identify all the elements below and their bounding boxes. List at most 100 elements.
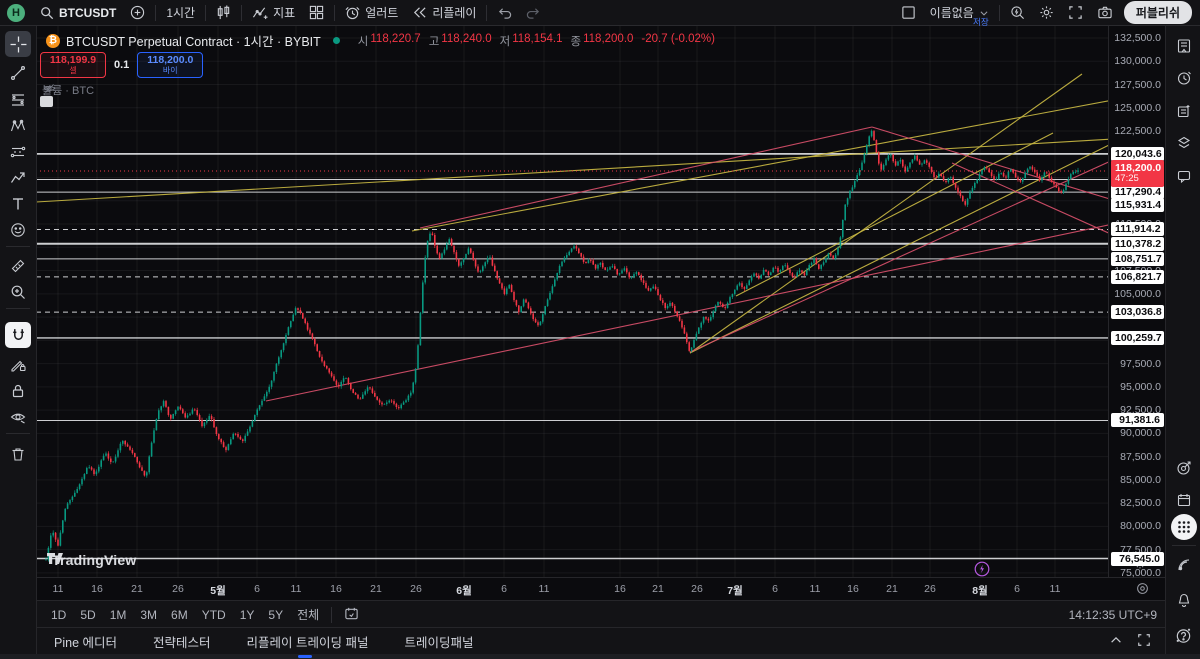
- quantity-value[interactable]: 0.1: [114, 59, 129, 71]
- legend-title[interactable]: BTCUSDT Perpetual Contract · 1시간 · BYBIT: [66, 31, 321, 50]
- replay-button[interactable]: 리플레이: [405, 0, 483, 25]
- lock-drawings-icon[interactable]: [5, 378, 31, 404]
- range-button-1d[interactable]: 1D: [44, 608, 73, 622]
- interval-button[interactable]: 1시간: [159, 0, 202, 25]
- watchlist-icon[interactable]: [1171, 33, 1197, 59]
- range-button-전체[interactable]: 전체: [290, 608, 326, 622]
- chat-icon[interactable]: [1171, 163, 1197, 189]
- price-tick-label: 80,000.0: [1120, 520, 1161, 533]
- time-axis-gear-icon[interactable]: [1136, 582, 1149, 600]
- range-button-ytd[interactable]: YTD: [195, 608, 233, 622]
- time-tick-label: 16: [847, 583, 859, 595]
- indicators-icon: [252, 5, 268, 20]
- candlestick-chart[interactable]: [36, 25, 1108, 577]
- plus-circle-icon: [130, 5, 145, 20]
- forecast-tool-icon[interactable]: [5, 165, 31, 191]
- bottom-tab-3[interactable]: 트레이딩패널: [386, 632, 491, 651]
- magnet-tool-icon[interactable]: [5, 322, 31, 348]
- price-tick-label: 132,500.0: [1114, 32, 1161, 44]
- price-tick-label: 82,500.0: [1120, 497, 1161, 510]
- time-tick-label: 21: [652, 583, 664, 595]
- alerts-label: 얼러트: [365, 6, 399, 20]
- alerts-panel-icon[interactable]: [1171, 65, 1197, 91]
- interval-label: 1시간: [166, 6, 196, 20]
- fullscreen-icon: [1068, 5, 1083, 20]
- notifications-bell-icon[interactable]: [1171, 587, 1197, 613]
- chart-style-button[interactable]: [209, 0, 238, 25]
- delete-drawings-icon[interactable]: [5, 441, 31, 467]
- chart-legend[interactable]: ₿ BTCUSDT Perpetual Contract · 1시간 · BYB…: [46, 31, 715, 50]
- data-feed-icon[interactable]: [1171, 552, 1197, 578]
- price-axis[interactable]: 132,500.0 130,000.0 127,500.0 125,000.0 122,…: [1108, 25, 1166, 579]
- drawing-mode-icon[interactable]: [5, 352, 31, 378]
- range-button-1y[interactable]: 1Y: [233, 608, 262, 622]
- time-tick-label: 11: [1049, 583, 1061, 595]
- panel-expand-chevron-icon[interactable]: [1109, 633, 1123, 650]
- emoji-tool-icon[interactable]: [5, 217, 31, 243]
- time-axis[interactable]: 11 16 21 26 5월 6 11 16 21 26 6월 6 11 16 21 26 7월 6 11 16 21 2…: [36, 577, 1165, 601]
- layout-square-icon: [901, 5, 916, 20]
- rewind-icon: [412, 5, 427, 20]
- settings-button[interactable]: [1032, 0, 1061, 25]
- object-tree-icon[interactable]: [1171, 130, 1197, 156]
- symbol-search-button[interactable]: BTCUSDT: [33, 0, 123, 25]
- gear-icon: [1039, 5, 1054, 20]
- fib-tool-icon[interactable]: [5, 87, 31, 113]
- publish-button[interactable]: 퍼블리쉬: [1123, 1, 1192, 24]
- price-tick-label: 130,000.0: [1114, 55, 1161, 68]
- calendar-icon[interactable]: [1171, 487, 1197, 513]
- pane-collapse-button[interactable]: [40, 96, 53, 107]
- range-buttons: 1D 5D 1M 3M 6M YTD 1Y 5Y 전체: [44, 606, 326, 623]
- hotlist-icon[interactable]: [1171, 455, 1197, 481]
- resize-grip[interactable]: [298, 655, 312, 658]
- multi-layout-button[interactable]: [894, 0, 923, 25]
- snapshot-button[interactable]: [1090, 0, 1120, 25]
- apps-grid-icon[interactable]: [1170, 514, 1197, 540]
- hide-drawings-icon[interactable]: [5, 404, 31, 430]
- buy-button[interactable]: 118,200.0 바이: [137, 52, 204, 78]
- range-button-5d[interactable]: 5D: [73, 608, 102, 622]
- bottom-tab-2[interactable]: 리플레이 트레이딩 패널: [229, 632, 387, 651]
- zoom-in-tool-icon[interactable]: [5, 279, 31, 305]
- text-tool-icon[interactable]: [5, 191, 31, 217]
- chart-pane[interactable]: ₿ BTCUSDT Perpetual Contract · 1시간 · BYB…: [36, 25, 1108, 577]
- user-avatar[interactable]: H: [7, 3, 25, 22]
- price-level-label: 91,381.6: [1111, 413, 1164, 428]
- price-tick-label: 105,000.0: [1114, 287, 1161, 300]
- add-symbol-button[interactable]: [123, 0, 152, 25]
- measure-tool-icon[interactable]: [5, 253, 31, 279]
- layout-templates-button[interactable]: [302, 0, 331, 25]
- pattern-tool-icon[interactable]: [5, 113, 31, 139]
- trade-buttons: 118,199.9 셀 0.1 118,200.0 바이: [40, 52, 204, 78]
- panel-maximize-icon[interactable]: [1137, 633, 1151, 650]
- range-button-1m[interactable]: 1M: [103, 608, 134, 622]
- sell-button[interactable]: 118,199.9 셀: [40, 52, 106, 78]
- redo-button[interactable]: [519, 0, 548, 25]
- drawing-toolbar: [0, 25, 37, 659]
- tradingview-watermark: TradingView: [46, 552, 136, 568]
- indicators-button[interactable]: 지표: [245, 0, 302, 25]
- alarm-clock-icon: [345, 5, 360, 20]
- alert-button[interactable]: 얼러트: [338, 0, 405, 25]
- help-icon[interactable]: [1171, 622, 1197, 648]
- news-icon[interactable]: [1171, 98, 1197, 124]
- bottom-tab-1[interactable]: 전략테스터: [135, 632, 229, 651]
- quick-search-icon: [1010, 5, 1025, 20]
- bottom-tab-0[interactable]: Pine 에디터: [36, 632, 135, 651]
- crosshair-tool-icon[interactable]: [5, 31, 31, 57]
- range-button-6m[interactable]: 6M: [164, 608, 195, 622]
- price-tick-label: 90,000.0: [1120, 427, 1161, 440]
- trend-line-tool-icon[interactable]: [5, 60, 31, 86]
- undo-button[interactable]: [490, 0, 519, 25]
- quick-search-button[interactable]: [1003, 0, 1032, 25]
- fullscreen-button[interactable]: [1061, 0, 1090, 25]
- position-tool-icon[interactable]: [5, 139, 31, 165]
- range-button-3m[interactable]: 3M: [133, 608, 164, 622]
- clock-utc-label[interactable]: 14:12:35 UTC+9: [1069, 608, 1157, 622]
- goto-date-icon[interactable]: [337, 606, 366, 624]
- change-value: -20.7 (-0.02%): [641, 32, 715, 45]
- range-button-5y[interactable]: 5Y: [261, 608, 290, 622]
- save-hint[interactable]: 저장: [973, 16, 989, 28]
- bottom-tabs: Pine 에디터 전략테스터 리플레이 트레이딩 패널 트레이딩패널: [36, 632, 491, 651]
- resize-strip[interactable]: [0, 654, 1200, 659]
